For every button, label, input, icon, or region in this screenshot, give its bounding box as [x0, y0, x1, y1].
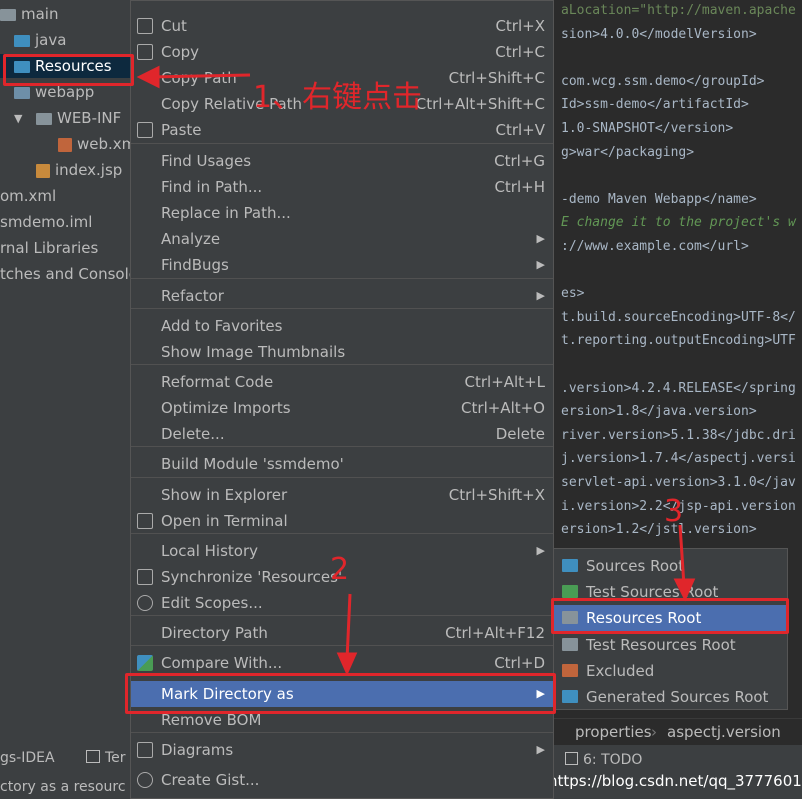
arrow-2-line — [345, 593, 352, 661]
arrow-3-line — [678, 524, 686, 587]
arrow-1-line — [149, 73, 251, 79]
arrow-3-head — [673, 578, 696, 602]
annotation-step-2: 2 — [330, 552, 350, 587]
annotation-arrows — [136, 65, 696, 676]
annotation-step-1: 1、右键点击 — [253, 80, 423, 115]
annotation-step-3: 3 — [664, 494, 684, 529]
arrow-2-head — [336, 652, 358, 676]
arrow-1-head — [136, 65, 160, 89]
